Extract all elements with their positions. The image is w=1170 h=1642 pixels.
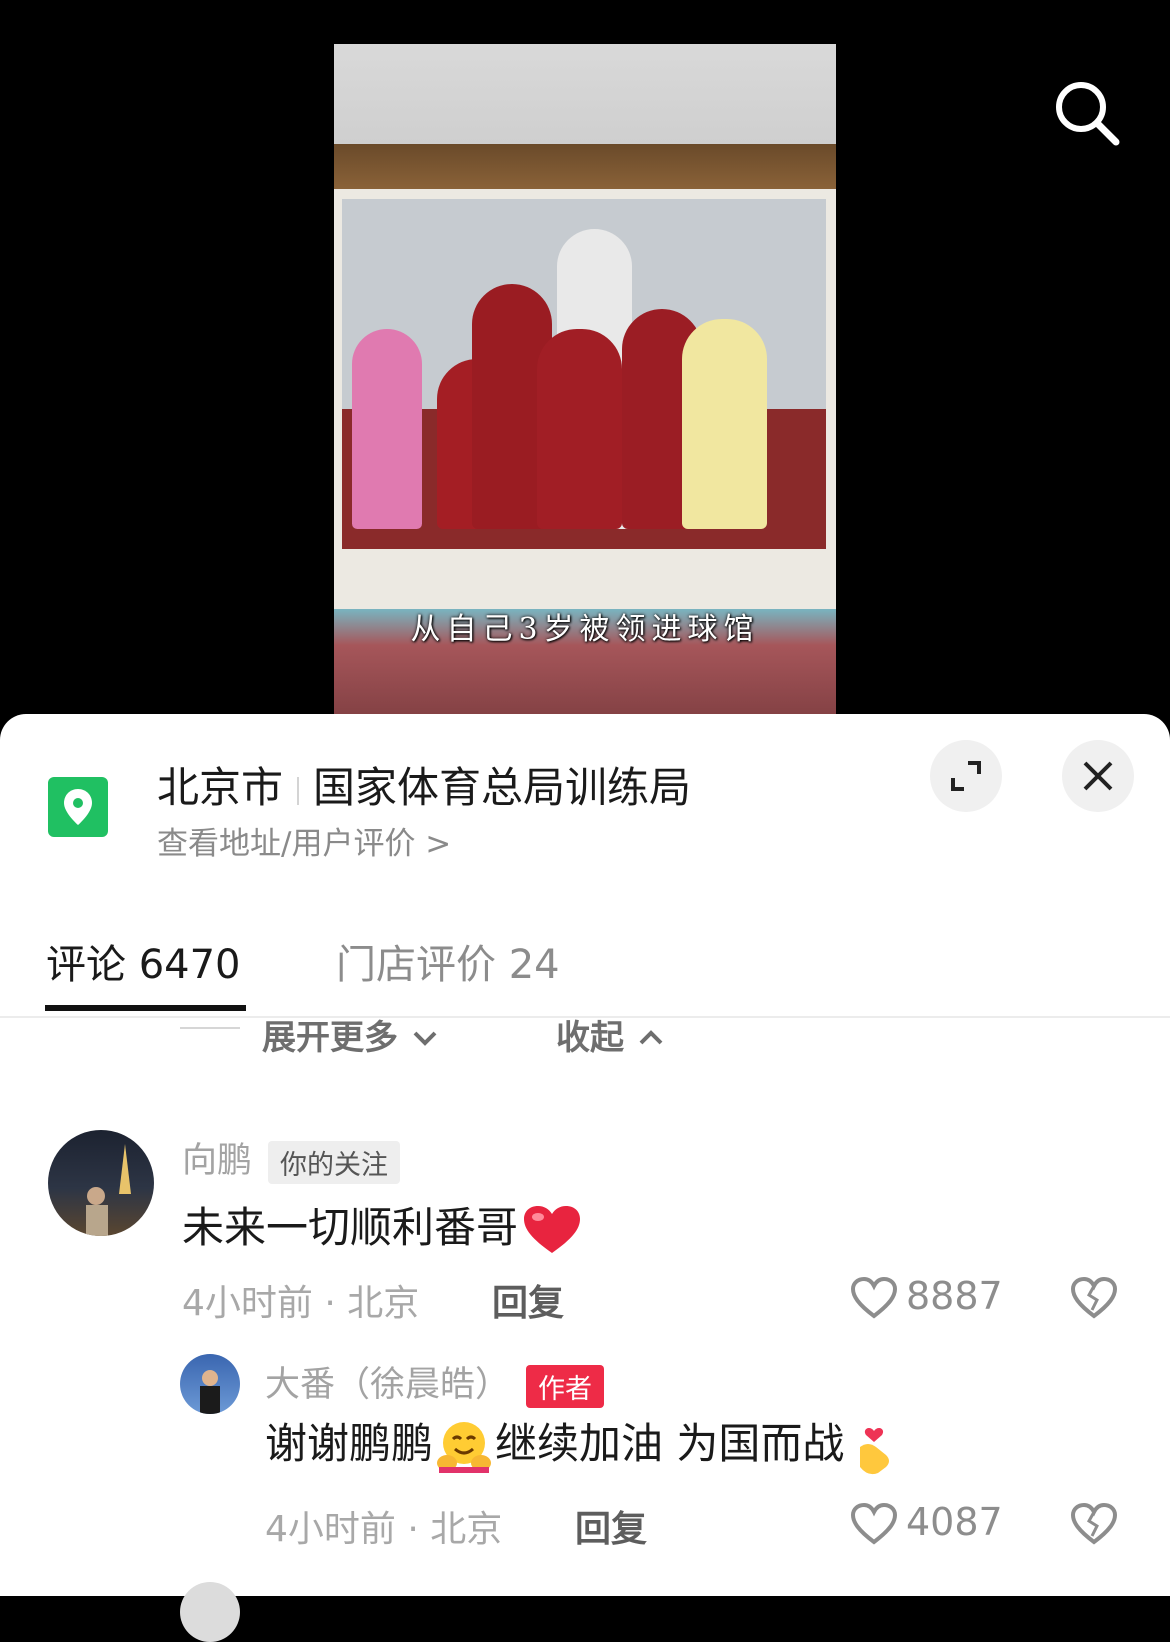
comment-sheet: 北京市 国家体育总局训练局 查看地址/用户评价 > 评论 6470 门店评价 24…	[0, 714, 1170, 1642]
expand-icon	[951, 761, 981, 791]
video-caption: 从自己3岁被领进球馆	[410, 612, 760, 647]
location-pin-icon	[48, 777, 108, 837]
video-player[interactable]: 从自己3岁被领进球馆	[334, 44, 836, 730]
group-photo-image	[342, 199, 826, 549]
hugging-face-emoji-icon	[437, 1421, 492, 1473]
following-badge: 你的关注	[268, 1140, 401, 1184]
comment-text: 未来一切顺利番哥	[182, 1194, 582, 1257]
like-heart-icon[interactable]	[850, 1276, 898, 1320]
chevron-down-icon	[413, 1031, 437, 1046]
location-city: 北京市	[157, 763, 284, 812]
reply-text-part1: 谢谢鹏鹏	[265, 1419, 434, 1468]
title-separator	[297, 776, 300, 805]
expand-more-label: 展开更多	[262, 1018, 398, 1058]
collapse-button[interactable]: 收起	[556, 1010, 666, 1059]
reply-text-part2: 继续加油 为国而战	[495, 1419, 845, 1468]
video-area[interactable]: 从自己3岁被领进球馆	[0, 0, 1170, 730]
close-icon	[1083, 761, 1113, 791]
thread-line	[180, 1027, 240, 1029]
expand-button[interactable]	[930, 740, 1002, 812]
reply-button[interactable]: 回复	[575, 1500, 647, 1552]
reply-meta: 4小时前 · 北京	[265, 1509, 503, 1550]
tab-store-reviews[interactable]: 门店评价 24	[336, 932, 560, 990]
search-icon[interactable]	[1052, 78, 1122, 148]
like-count: 4087	[906, 1500, 1003, 1544]
finger-heart-emoji-icon	[860, 1427, 890, 1474]
like-heart-icon[interactable]	[850, 1502, 898, 1546]
reply-author[interactable]: 大番（徐晨皓） 作者	[265, 1356, 605, 1408]
comment-text-body: 未来一切顺利番哥	[182, 1203, 519, 1252]
avatar[interactable]	[48, 1130, 154, 1236]
like-count: 8887	[906, 1274, 1003, 1318]
active-tab-indicator	[45, 1005, 246, 1011]
comment-meta: 4小时前 · 北京	[182, 1283, 420, 1324]
heart-emoji-icon	[524, 1205, 581, 1253]
collapse-label: 收起	[556, 1018, 624, 1058]
next-comment-avatar[interactable]	[180, 1582, 240, 1642]
dislike-broken-heart-icon[interactable]	[1070, 1502, 1118, 1546]
old-photo	[334, 189, 836, 609]
comment-author-name: 向鹏	[182, 1141, 253, 1181]
chevron-up-icon	[639, 1030, 663, 1045]
reply-avatar[interactable]	[180, 1354, 240, 1414]
reply-button[interactable]: 回复	[492, 1274, 564, 1326]
location-title[interactable]: 北京市 国家体育总局训练局	[157, 754, 691, 815]
reply-author-name: 大番（徐晨皓）	[265, 1365, 511, 1405]
close-button[interactable]	[1062, 740, 1134, 812]
comment-author[interactable]: 向鹏 你的关注	[182, 1132, 401, 1184]
location-subtitle-link[interactable]: 查看地址/用户评价 >	[157, 818, 451, 863]
author-badge: 作者	[526, 1364, 605, 1408]
expand-more-button[interactable]: 展开更多	[262, 1010, 440, 1059]
tab-comments[interactable]: 评论 6470	[46, 932, 241, 990]
reply-text: 谢谢鹏鹏 继续加油 为国而战	[265, 1410, 900, 1477]
dislike-broken-heart-icon[interactable]	[1070, 1276, 1118, 1320]
location-place: 国家体育总局训练局	[313, 763, 692, 812]
